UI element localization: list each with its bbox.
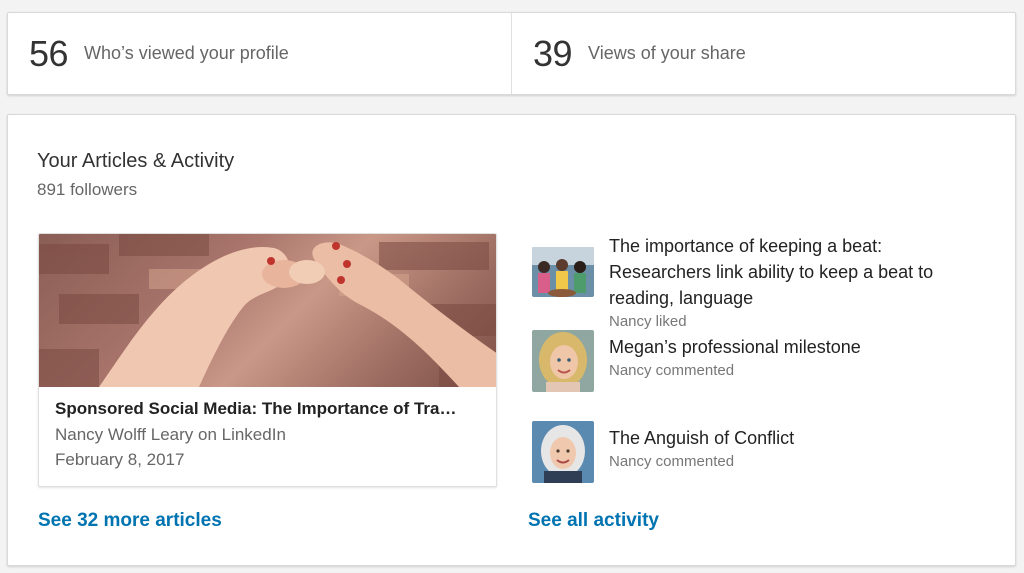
activity-item[interactable]: The importance of keeping a beat: Resear… — [532, 233, 989, 330]
activity-title: The Anguish of Conflict — [609, 428, 795, 448]
activity-meta: Nancy liked — [609, 313, 687, 330]
activity-title: Megan’s professional milestone — [609, 337, 861, 357]
profile-views-stat[interactable]: 56 Who’s viewed your profile — [8, 13, 511, 94]
stats-card: 56 Who’s viewed your profile 39 Views of… — [7, 12, 1016, 95]
followers-count: 891 followers — [37, 180, 138, 199]
share-views-stat[interactable]: 39 Views of your share — [511, 13, 1015, 94]
grey-haired-woman-portrait — [532, 421, 594, 483]
activity-item[interactable]: The Anguish of Conflict Nancy commented — [532, 421, 989, 483]
see-all-activity-link[interactable]: See all activity — [528, 510, 659, 532]
see-more-articles-link[interactable]: See 32 more articles — [38, 510, 222, 532]
articles-activity-card: Your Articles & Activity 891 followers S… — [7, 114, 1016, 566]
activity-meta: Nancy commented — [609, 453, 735, 470]
activity-item[interactable]: Megan’s professional milestone Nancy com… — [532, 330, 989, 392]
share-views-count: 39 — [533, 32, 573, 74]
kids-drumming-photo — [532, 247, 594, 297]
share-views-label: Views of your share — [588, 43, 746, 63]
article-title: Sponsored Social Media: The Importance o… — [55, 399, 457, 418]
blonde-woman-portrait — [532, 330, 594, 392]
article-date: February 8, 2017 — [55, 450, 185, 469]
featured-article-card[interactable]: Sponsored Social Media: The Importance o… — [38, 233, 497, 487]
activity-meta: Nancy commented — [609, 362, 735, 379]
activity-title: The importance of keeping a beat: Resear… — [609, 236, 934, 308]
section-title: Your Articles & Activity — [37, 150, 235, 172]
article-author: Nancy Wolff Leary on LinkedIn — [55, 425, 286, 444]
pinky-promise-hands-photo — [39, 234, 496, 387]
profile-views-label: Who’s viewed your profile — [84, 43, 289, 63]
profile-views-count: 56 — [29, 32, 69, 74]
